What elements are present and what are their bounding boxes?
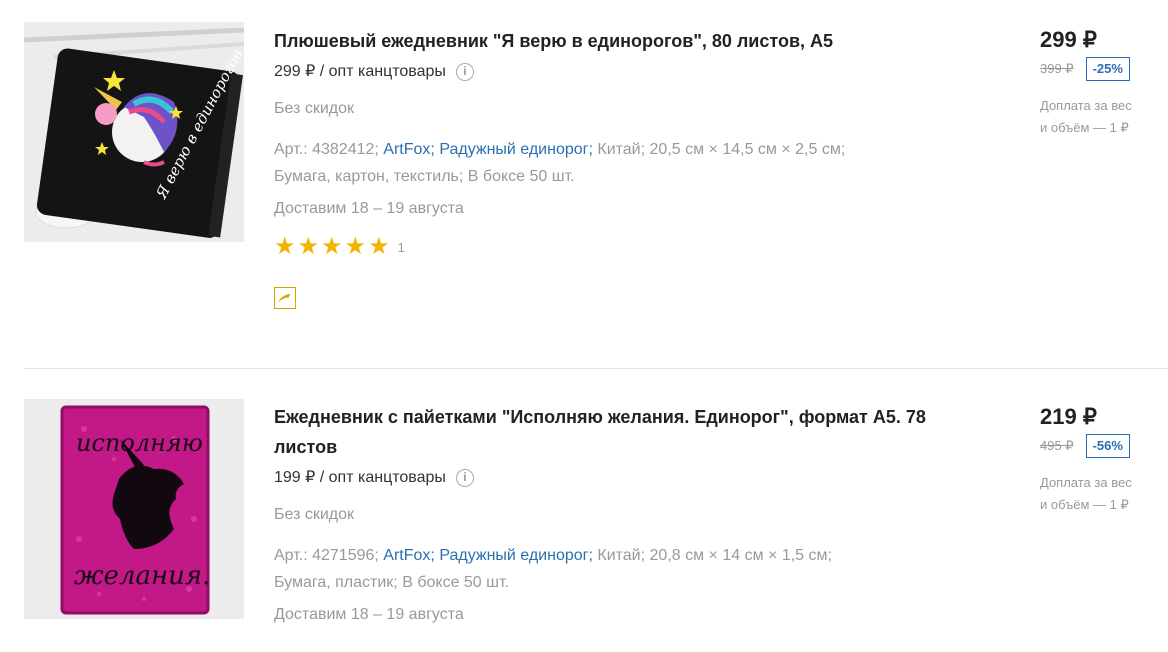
cover-text-top: исполняю [76,429,203,457]
wholesale-price: 199 ₽ / опт канцтовары [274,469,446,486]
notebook-plush-image: Я верю в единорогов [24,22,244,242]
wholesale-price: 299 ₽ / опт канцтовары [274,63,446,80]
brand-link[interactable]: ArtFox; [383,141,435,158]
extra-charge-line-2: и объём — 1 ₽ [1040,120,1129,135]
info-icon[interactable]: i [455,63,474,81]
extra-charge-note: Доплата за вес и объём — 1 ₽ [1040,95,1168,139]
current-price: 299 ₽ [1040,27,1097,52]
material: Бумага, картон, текстиль; [274,168,464,185]
series-link[interactable]: Радужный единорог; [439,547,593,564]
star-icon: ★ [321,233,343,260]
info-icon[interactable]: i [455,469,474,487]
star-icon: ★ [344,233,367,260]
product-info: Плюшевый ежедневник "Я верю в единорогов… [274,26,954,309]
star-icon: ★ [368,233,390,260]
country: Китай; [597,141,646,158]
extra-charge-note: Доплата за вес и объём — 1 ₽ [1040,472,1168,516]
product-divider [24,368,1168,369]
product-image[interactable]: Я верю в единорогов [24,22,244,242]
old-price: 399 ₽ [1040,61,1074,76]
country: Китай; [597,547,646,564]
product-card: исполняю желания. Ежедневник с пайетками… [0,370,1168,652]
discount-badge: -56% [1085,434,1130,458]
dolphin-icon[interactable] [274,287,296,309]
cover-text-bottom: желания. [74,561,210,591]
delivery-date: Доставим 18 – 19 августа [274,606,464,623]
discount-status: Без скидок [274,100,354,117]
dimensions: 20,5 см × 14,5 см × 2,5 см; [649,141,846,158]
discount-status: Без скидок [274,506,354,523]
article-number: Арт.: 4271596; [274,547,379,564]
article-number: Арт.: 4382412; [274,141,379,158]
wholesale-price-row: 299 ₽ / опт канцтовары i [274,62,954,82]
material: Бумага, пластик; [274,574,398,591]
price-block: 299 ₽ 399 ₽ -25% Доплата за вес и объём … [1040,26,1168,139]
delivery-date: Доставим 18 – 19 августа [274,200,464,217]
star-icon: ★ [274,233,296,260]
product-specs: Арт.: 4271596; ArtFox; Радужный единорог… [274,542,954,596]
product-card: Я верю в единорогов Плюшевый ежедневник … [0,0,1168,368]
rating-stars[interactable]: ★ ★ ★ ★ ★ 1 [274,235,954,259]
product-specs: Арт.: 4382412; ArtFox; Радужный единорог… [274,136,954,190]
box-quantity: В боксе 50 шт. [402,574,509,591]
review-count[interactable]: 1 [398,240,405,255]
product-title[interactable]: Ежедневник с пайетками "Исполняю желания… [274,402,954,462]
wholesale-price-row: 199 ₽ / опт канцтовары i [274,468,954,488]
product-info: Ежедневник с пайетками "Исполняю желания… [274,402,954,625]
discount-badge: -25% [1085,57,1130,81]
extra-charge-line-1: Доплата за вес [1040,475,1132,490]
dimensions: 20,8 см × 14 см × 1,5 см; [649,547,832,564]
price-block: 219 ₽ 495 ₽ -56% Доплата за вес и объём … [1040,403,1168,516]
series-link[interactable]: Радужный единорог; [439,141,593,158]
product-image[interactable]: исполняю желания. [24,399,244,619]
star-icon: ★ [297,233,320,260]
extra-charge-line-2: и объём — 1 ₽ [1040,497,1129,512]
extra-charge-line-1: Доплата за вес [1040,98,1132,113]
product-title[interactable]: Плюшевый ежедневник "Я верю в единорогов… [274,26,954,56]
notebook-sequin-image: исполняю желания. [24,399,244,619]
box-quantity: В боксе 50 шт. [467,168,575,185]
current-price: 219 ₽ [1040,404,1097,429]
old-price: 495 ₽ [1040,438,1074,453]
brand-link[interactable]: ArtFox; [383,547,435,564]
